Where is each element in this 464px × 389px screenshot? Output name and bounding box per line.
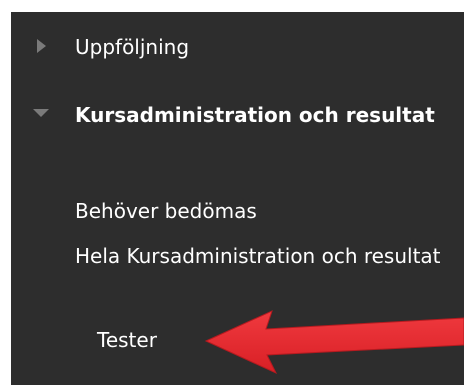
arrow-shape: [204, 310, 464, 375]
red-arrow-annotation: [204, 310, 464, 375]
